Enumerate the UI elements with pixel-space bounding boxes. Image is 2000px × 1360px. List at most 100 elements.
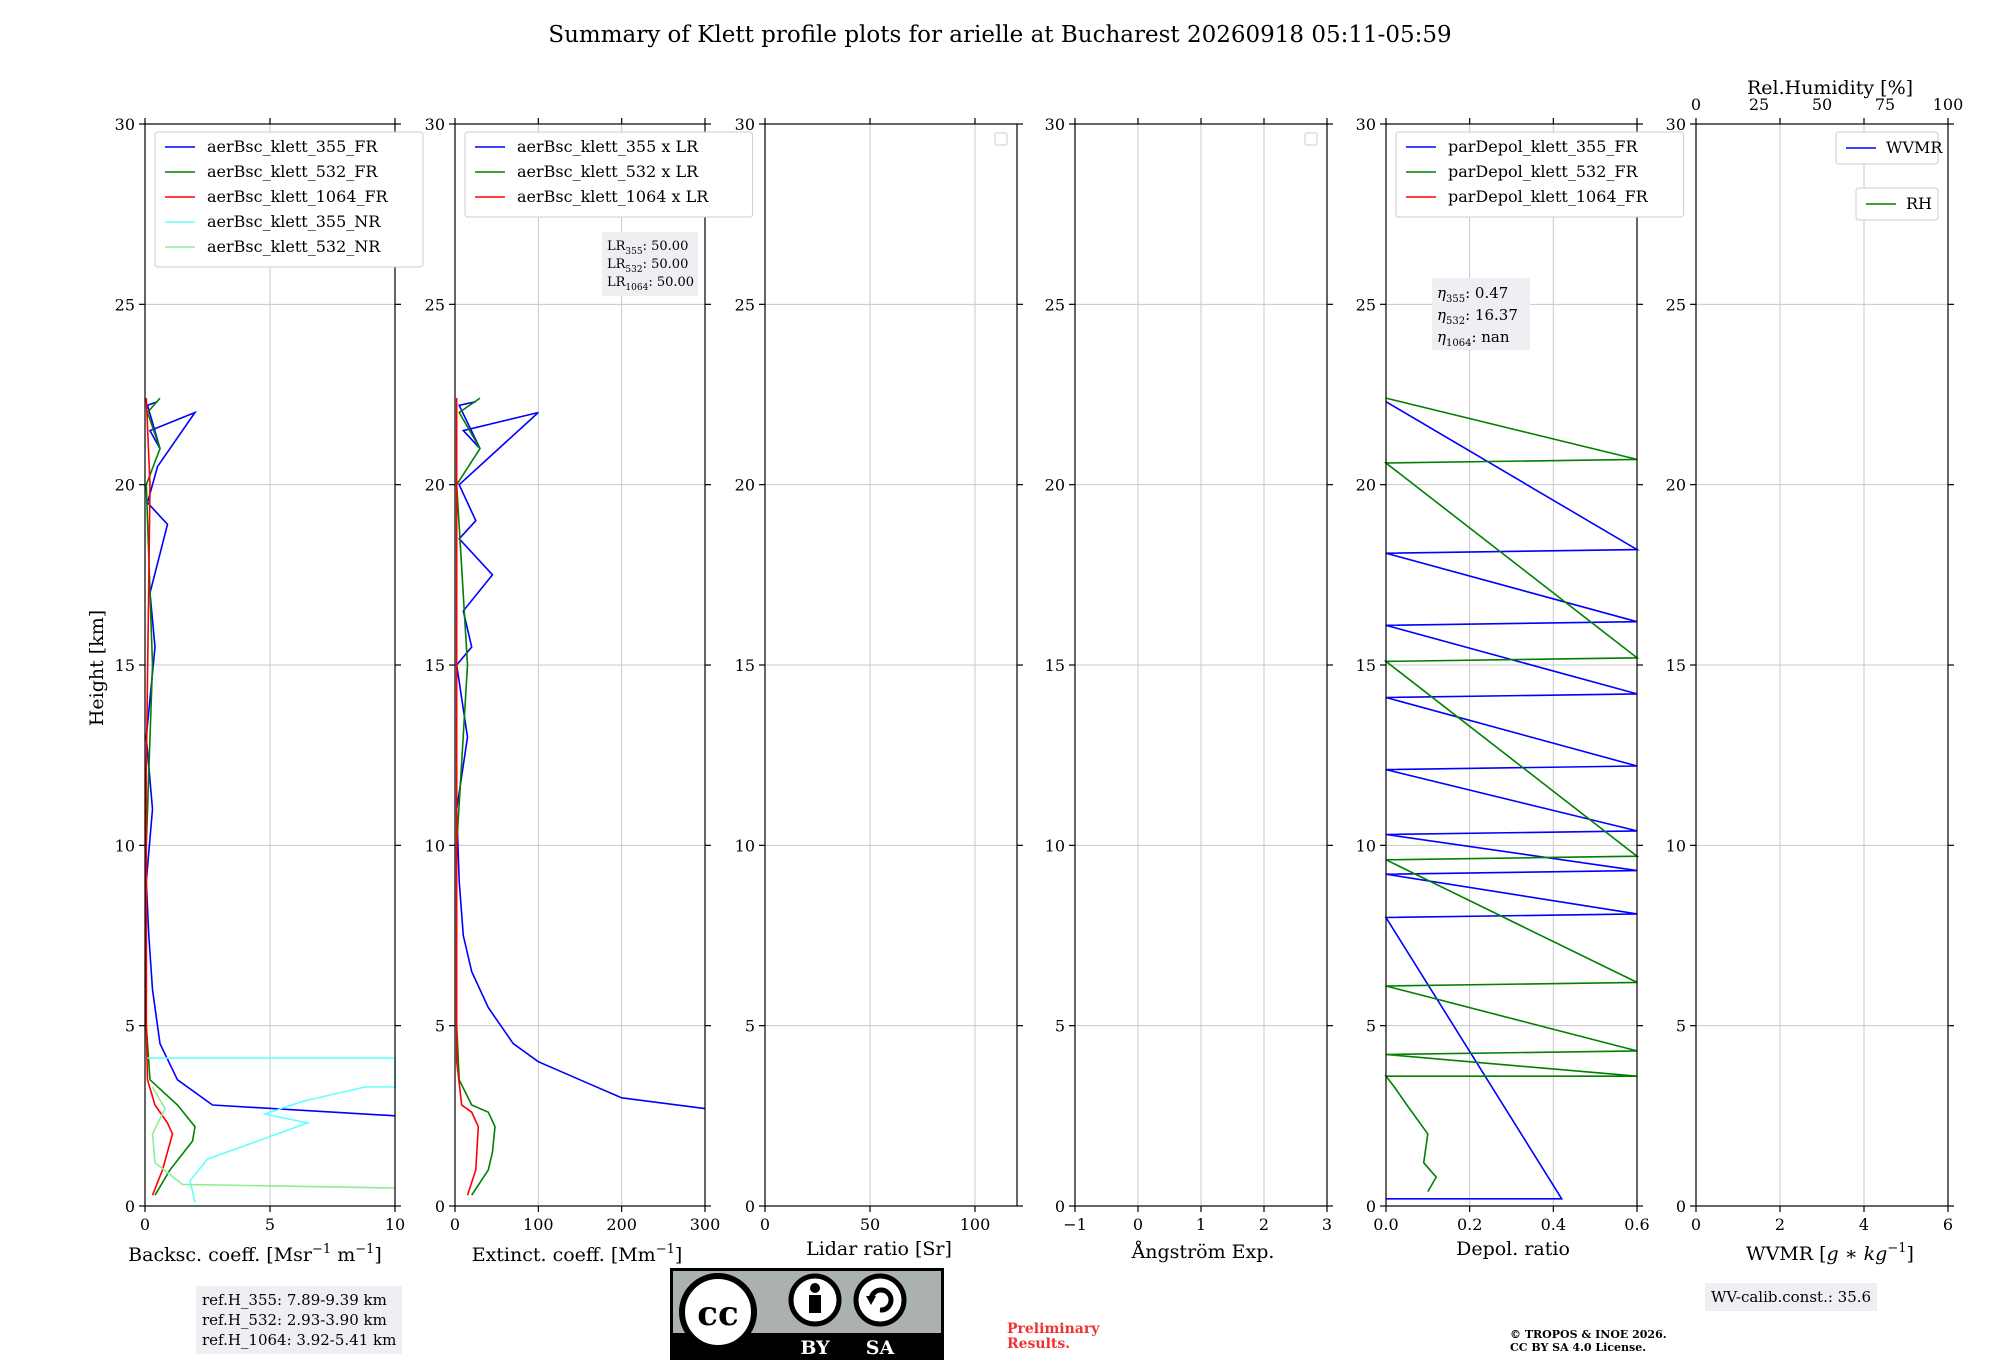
series-line-aerBsc-klett-355-x-LR [455, 400, 706, 1110]
figure-canvas: 0510152025300 5 10aerBsc_klett_355_FRaerBs… [86, 77, 1964, 1360]
legend-label: parDepol_klett_1064_FR [1448, 187, 1649, 206]
y-tick-label: 5 [435, 1017, 445, 1036]
legend-label: aerBsc_klett_355_FR [207, 137, 378, 156]
preliminary-line: Preliminary [1007, 1321, 1100, 1337]
legend-label: aerBsc_klett_355_NR [207, 212, 381, 231]
extinction-xlabel: Extinct. coeff. [Mm−1] [472, 1242, 683, 1266]
y-tick-label: 30 [735, 115, 755, 134]
y-tick-label: 30 [1356, 115, 1376, 134]
backscatter-xlabel: Backsc. coeff. [Msr−1 m−1] [128, 1242, 382, 1266]
y-tick-label: 5 [1366, 1017, 1376, 1036]
series-line-aerBsc-klett-532-FR [145, 397, 196, 1196]
x-tick-label: 1 [1196, 1215, 1206, 1234]
y-tick-label: 20 [115, 476, 135, 495]
y-tick-label: 20 [1356, 476, 1376, 495]
x-tick-label: 0.0 [1373, 1215, 1398, 1234]
series-line-aerBsc-klett-355-NR [147, 1057, 396, 1203]
y-tick-label: 0 [1676, 1197, 1686, 1216]
y-tick-label: 15 [1045, 656, 1065, 675]
reference-height-box: ref.H_355: 7.89-9.39 km ref.H_532: 2.93-… [196, 1286, 403, 1354]
y-tick-label: 15 [1666, 656, 1686, 675]
x-tick-label: 200 [606, 1215, 637, 1234]
badge-sa-label: SA [866, 1337, 895, 1359]
top-x-tick-label: 100 [1933, 95, 1964, 114]
y-tick-label: 30 [1666, 115, 1686, 134]
panel-water-vapor: 0510152025300 2 4 60 25 50 75 100WVMRRH [1666, 95, 1964, 1234]
humidity-top-xlabel: Rel.Humidity [%] [1747, 77, 1913, 99]
y-tick-label: 0 [1055, 1197, 1065, 1216]
series-line-aerBsc-klett-355-FR [145, 400, 396, 1117]
top-x-tick-label: 0 [1691, 95, 1701, 114]
x-tick-label: 50 [860, 1215, 880, 1234]
series-line-aerBsc-klett-532-NR [151, 1086, 396, 1189]
copyright-line: CC BY SA 4.0 License. [1510, 1341, 1647, 1354]
cc-logo-text: cc [697, 1294, 738, 1334]
y-tick-label: 10 [1356, 836, 1376, 855]
preliminary-note: Preliminary Results. [1007, 1322, 1099, 1352]
copyright-line: © TROPOS & INOE 2026. [1510, 1328, 1667, 1341]
panel-lidar-ratio: 0 5 10 15 20 25 30 0 50 100 [735, 115, 1023, 1234]
x-tick-label: 0 [1691, 1215, 1701, 1234]
panel-angstrom: 051015202530−1 0 1 2 3 [1045, 115, 1333, 1234]
y-tick-label: 25 [115, 295, 135, 314]
y-tick-label: 10 [1045, 836, 1065, 855]
y-tick-label: 0 [435, 1197, 445, 1216]
y-tick-label: 15 [1356, 656, 1376, 675]
x-tick-label: 300 [690, 1215, 721, 1234]
y-tick-label: 15 [115, 656, 135, 675]
reference-height-line: ref.H_532: 2.93-3.90 km [202, 1311, 387, 1329]
legend-label: aerBsc_klett_532_FR [207, 162, 378, 181]
person-head-icon [810, 1283, 820, 1293]
legend-label: aerBsc_klett_532_NR [207, 237, 381, 256]
series-line-parDepol-klett-355-FR [1384, 401, 1640, 1200]
series-line-aerBsc-klett-532-x-LR [455, 397, 496, 1196]
angstrom-xlabel: Ångström Exp. [1131, 1241, 1275, 1263]
water-vapor-xlabel: WVMR [g ∗ kg−1] [1746, 1241, 1914, 1265]
cc-by-sa-badge: cc BY SA [670, 1268, 944, 1360]
x-tick-label: 5 [265, 1215, 275, 1234]
y-tick-label: 0 [125, 1197, 135, 1216]
y-tick-label: 10 [735, 836, 755, 855]
y-tick-label: 5 [125, 1017, 135, 1036]
share-alike-icon [853, 1273, 907, 1327]
copyright-note: © TROPOS & INOE 2026. CC BY SA 4.0 Licen… [1510, 1328, 1667, 1354]
preliminary-line: Results. [1007, 1336, 1071, 1352]
panel-backscatter: 0 5 10 15 20 25 30 0 5 10 aerBsc_klett_355_FR aerBs… [115, 115, 424, 1234]
legend-box-empty [994, 132, 1008, 146]
x-tick-label: 2 [1259, 1215, 1269, 1234]
y-tick-label: 15 [735, 656, 755, 675]
legend-label: WVMR [1886, 138, 1943, 157]
x-tick-label: 2 [1775, 1215, 1785, 1234]
y-tick-label: 20 [1045, 476, 1065, 495]
legend-label: aerBsc_klett_532 x LR [517, 162, 699, 181]
x-tick-label: 0.4 [1541, 1215, 1566, 1234]
wv-calibration-text: WV-calib.const.: 35.6 [1711, 1288, 1872, 1306]
y-tick-label: 0 [745, 1197, 755, 1216]
y-tick-label: 25 [1356, 295, 1376, 314]
y-tick-label: 10 [115, 836, 135, 855]
legend-label: aerBsc_klett_1064_FR [207, 187, 389, 206]
x-tick-label: 0 [760, 1215, 770, 1234]
legend-label: RH [1906, 194, 1932, 213]
y-tick-label: 25 [735, 295, 755, 314]
legend-label: aerBsc_klett_355 x LR [517, 137, 699, 156]
legend-label: parDepol_klett_532_FR [1448, 162, 1639, 181]
y-tick-label: 25 [1045, 295, 1065, 314]
badge-by-label: BY [800, 1337, 830, 1359]
y-tick-label: 25 [1666, 295, 1686, 314]
x-tick-label: 0 [1133, 1215, 1143, 1234]
y-tick-label: 30 [425, 115, 445, 134]
reference-height-line: ref.H_1064: 3.92-5.41 km [202, 1331, 397, 1349]
x-tick-label: 100 [960, 1215, 991, 1234]
x-tick-label: −1 [1063, 1215, 1087, 1234]
y-tick-label: 20 [735, 476, 755, 495]
legend-box-empty [1304, 132, 1318, 146]
panel-extinction: 0510152025300 100 200 300aerBsc_klett_355 x… [425, 115, 754, 1234]
reference-height-line: ref.H_355: 7.89-9.39 km [202, 1291, 387, 1309]
y-tick-label: 5 [1676, 1017, 1686, 1036]
x-tick-label: 4 [1859, 1215, 1869, 1234]
y-tick-label: 20 [425, 476, 445, 495]
y-tick-label: 10 [425, 836, 445, 855]
depolarization-xlabel: Depol. ratio [1456, 1238, 1570, 1260]
x-tick-label: 3 [1322, 1215, 1332, 1234]
